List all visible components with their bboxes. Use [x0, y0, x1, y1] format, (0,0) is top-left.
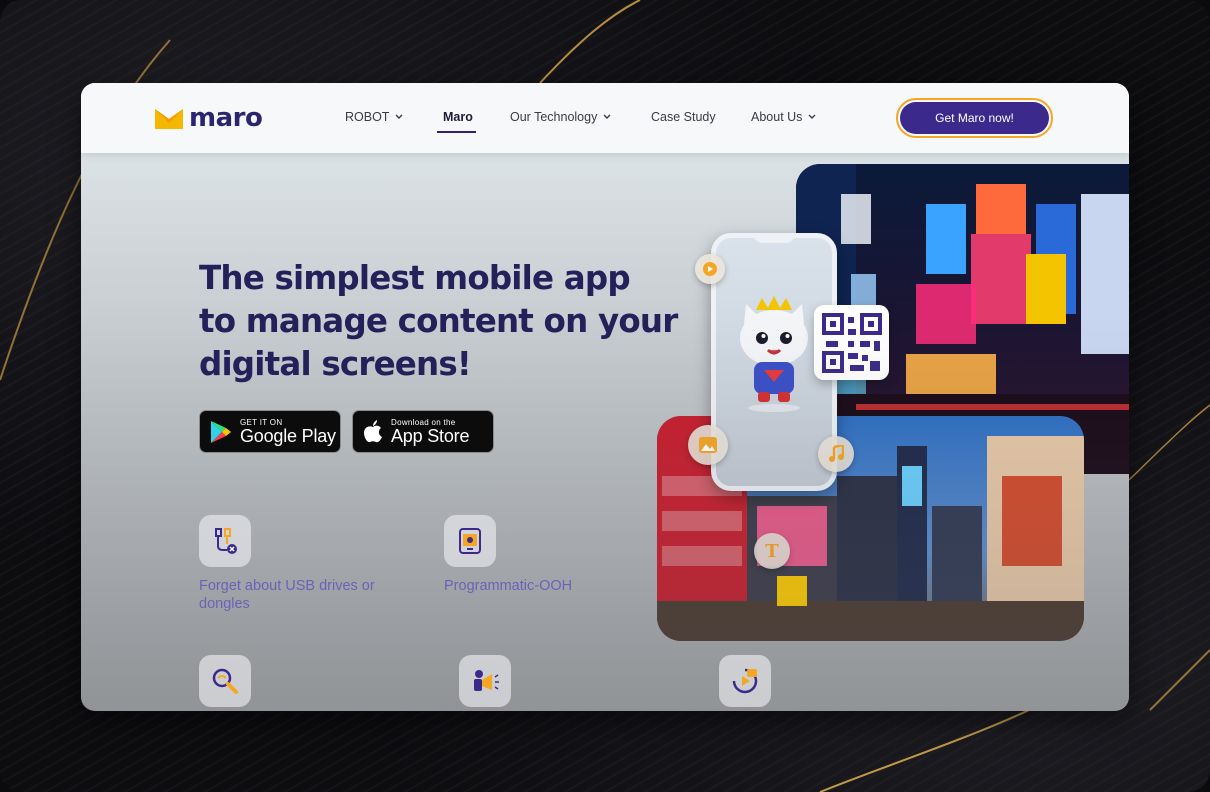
- nav-label: ROBOT: [345, 110, 390, 124]
- nav-label: Our Technology: [510, 110, 598, 124]
- nav-item-our-technology[interactable]: Our Technology: [510, 110, 611, 124]
- top-navbar: maro ROBOT Maro Our Technology Case Stud…: [81, 83, 1129, 153]
- hero-title-line: to manage content on your: [199, 302, 678, 340]
- google-play-big-text: Google Play: [240, 425, 336, 446]
- chevron-down-icon: [603, 114, 611, 119]
- google-play-badge[interactable]: GET IT ON Google Play: [199, 410, 341, 453]
- google-play-icon: [211, 420, 231, 443]
- app-store-badge[interactable]: Download on the App Store: [352, 410, 494, 453]
- nav-item-case-study[interactable]: Case Study: [651, 110, 716, 124]
- music-note-icon: [818, 436, 854, 472]
- nav-item-maro[interactable]: Maro: [443, 110, 473, 124]
- qr-code-icon: [814, 305, 889, 380]
- play-circle-icon: [695, 254, 725, 284]
- feature-label: Forget about USB drives or dongles: [199, 578, 375, 612]
- maro-logo-icon: [155, 109, 183, 129]
- nav-label: Maro: [443, 110, 473, 124]
- megaphone-icon: [459, 655, 511, 707]
- app-store-big-text: App Store: [391, 425, 470, 446]
- browser-window: T maro ROBOT Maro Our Technology Case St…: [81, 83, 1129, 711]
- image-icon: [688, 425, 728, 465]
- active-nav-underline: [437, 131, 476, 133]
- chevron-down-icon: [395, 114, 403, 119]
- video-play-icon: [719, 655, 771, 707]
- nav-item-robot[interactable]: ROBOT: [345, 110, 403, 124]
- hero-title-line: The simplest mobile app: [199, 259, 631, 297]
- screen-settings-icon: [444, 515, 496, 567]
- nav-item-about-us[interactable]: About Us: [751, 110, 816, 124]
- logo-wordmark: maro: [189, 103, 263, 133]
- hero-title-line: digital screens!: [199, 345, 472, 383]
- get-maro-now-button[interactable]: Get Maro now!: [896, 98, 1053, 138]
- hero-title: The simplest mobile app to manage conten…: [199, 257, 679, 386]
- usb-icon: [199, 515, 251, 567]
- feature-label: Programmatic-OOH: [444, 578, 573, 594]
- text-t-icon: T: [754, 533, 790, 569]
- apple-icon: [364, 419, 382, 442]
- nav-label: About Us: [751, 110, 803, 124]
- magnifier-icon: [199, 655, 251, 707]
- nav-label: Case Study: [651, 110, 716, 124]
- chevron-down-icon: [808, 114, 816, 119]
- cta-label: Get Maro now!: [900, 102, 1049, 134]
- maro-logo[interactable]: maro: [155, 103, 263, 133]
